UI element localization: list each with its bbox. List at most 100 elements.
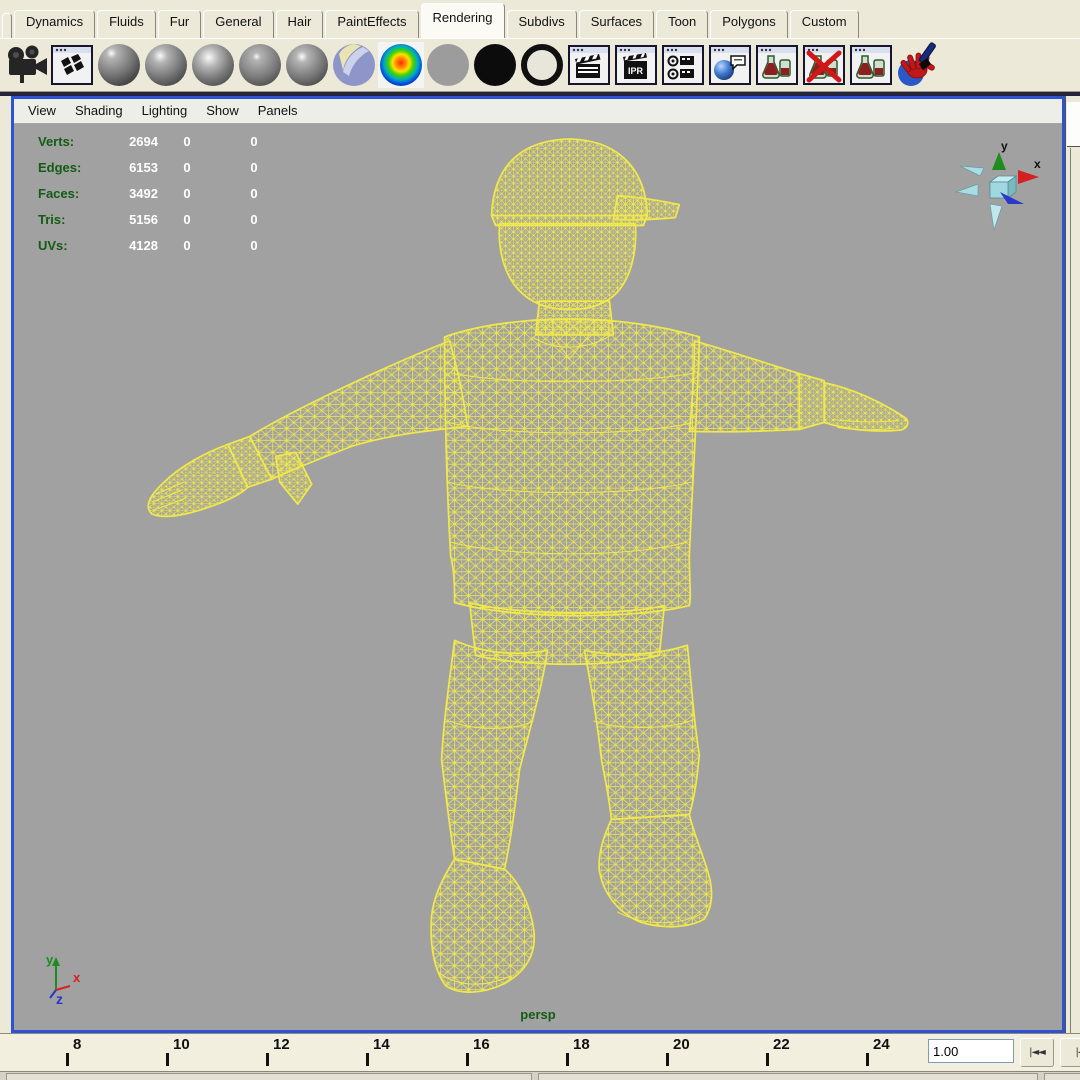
shelf-icon-row: IPR	[0, 38, 1080, 91]
shelf-tab-painteffects[interactable]: PaintEffects	[325, 10, 419, 38]
timeline-tick-label-14: 14	[373, 1036, 390, 1054]
wireframe-character-model[interactable]	[14, 124, 1062, 1030]
right-panel-white-block	[1067, 101, 1080, 147]
range-field-segment	[538, 1073, 1038, 1080]
shelf-tab-general[interactable]: General	[203, 10, 274, 38]
timeline-tick-label-22: 22	[773, 1036, 790, 1054]
shelf-tab-fur[interactable]: Fur	[157, 10, 202, 38]
phonge-material-icon[interactable]	[284, 42, 330, 88]
hud-value-uvs-0: 4128	[129, 237, 158, 253]
timeline-tick-8	[66, 1053, 69, 1067]
ramp-shader-icon[interactable]	[378, 41, 424, 88]
hud-row-uvs: UVs: 4128 0 0	[38, 238, 292, 253]
timeline-tick-16	[466, 1053, 469, 1067]
shelf-tab-rendering[interactable]: Rendering	[420, 3, 505, 38]
shelf-tab-surfaces[interactable]: Surfaces	[578, 10, 655, 38]
hud-value-tris-2: 0	[250, 211, 258, 227]
svg-text:IPR: IPR	[628, 66, 644, 76]
hud-value-edges-1: 0	[183, 159, 191, 175]
batch-render-icon[interactable]	[660, 42, 706, 88]
shelf-tab-custom[interactable]: Custom	[789, 10, 859, 38]
origin-x-label: x	[73, 970, 81, 985]
shelf-tab-polygons[interactable]: Polygons	[710, 10, 788, 38]
left-gutter	[0, 95, 11, 1034]
hud-label-verts: Verts:	[38, 133, 75, 149]
origin-z-label: z	[56, 991, 63, 1006]
hud-row-faces: Faces: 3492 0 0	[38, 186, 292, 201]
shelf-tab-toon[interactable]: Toon	[656, 10, 709, 38]
perspective-viewport[interactable]: View Shading Lighting Show Panels Verts:…	[11, 95, 1065, 1034]
origin-axis-indicator: y x z	[46, 952, 81, 1006]
shading-group-dialog-icon[interactable]	[707, 42, 753, 88]
phong-material-icon[interactable]	[237, 42, 283, 88]
hud-label-uvs: UVs:	[38, 237, 68, 253]
view-axis-gizmo: y x	[954, 140, 1041, 230]
hud-value-tris-0: 5156	[129, 211, 158, 227]
panel-menu-shading[interactable]: Shading	[75, 103, 123, 118]
shelf-tab-subdivs[interactable]: Subdivs	[506, 10, 577, 38]
hud-value-verts-2: 0	[250, 133, 258, 149]
render-globals-window-icon[interactable]	[49, 42, 95, 88]
render-view-window-icon[interactable]	[566, 42, 612, 88]
timeline-tick-label-12: 12	[273, 1036, 290, 1054]
current-frame-field[interactable]	[928, 1039, 1014, 1064]
timeline-tick-20	[666, 1053, 669, 1067]
shelf-tab-fluids[interactable]: Fluids	[97, 10, 156, 38]
go-to-start-button[interactable]: |◄◄	[1020, 1038, 1054, 1068]
timeline-tick-label-20: 20	[673, 1036, 690, 1054]
shelf-tab-dynamics[interactable]: Dynamics	[14, 10, 96, 38]
layered-shader-icon[interactable]	[331, 42, 377, 88]
shelf-tab-bar: Dynamics Fluids Fur General Hair PaintEffects…	[0, 0, 1080, 38]
timeline-tick-label-18: 18	[573, 1036, 590, 1054]
hud-value-uvs-2: 0	[250, 237, 258, 253]
hud-value-tris-1: 0	[183, 211, 191, 227]
hud-value-faces-1: 0	[183, 185, 191, 201]
ipr-render-icon[interactable]: IPR	[613, 42, 659, 88]
right-panel-edge	[1065, 95, 1080, 1034]
hud-value-faces-2: 0	[250, 185, 258, 201]
work-area: View Shading Lighting Show Panels Verts:…	[0, 95, 1080, 1034]
step-back-button[interactable]: |◄	[1060, 1038, 1080, 1068]
origin-y-label: y	[46, 952, 54, 967]
gizmo-x-label: x	[1034, 157, 1041, 171]
timeline-tick-24	[866, 1053, 869, 1067]
movie-camera-icon[interactable]	[2, 42, 48, 88]
right-panel-divider	[1070, 147, 1071, 1034]
hud-value-uvs-1: 0	[183, 237, 191, 253]
range-slider-segment	[6, 1073, 532, 1080]
panel-menu-panels[interactable]: Panels	[258, 103, 298, 118]
timeline-tick-18	[566, 1053, 569, 1067]
timeline-tick-label-8: 8	[73, 1036, 82, 1054]
timeline-tick-14	[366, 1053, 369, 1067]
hud-value-verts-1: 0	[183, 133, 191, 149]
hud-row-edges: Edges: 6153 0 0	[38, 160, 292, 175]
shading-map-icon[interactable]	[425, 42, 471, 88]
camera-name-label: persp	[520, 1007, 556, 1023]
hud-label-edges: Edges:	[38, 159, 82, 175]
viewport-canvas[interactable]: Verts: 2694 0 0 Edges: 6153 0 0 Faces: 3492 0 0 Tris…	[14, 124, 1062, 1030]
delete-unused-nodes-icon[interactable]	[801, 42, 847, 88]
timeline-tick-22	[766, 1053, 769, 1067]
hud-row-verts: Verts: 2694 0 0	[38, 134, 292, 149]
3d-paint-tool-icon[interactable]	[895, 42, 941, 88]
lambert-material-icon[interactable]	[190, 42, 236, 88]
panel-menu-show[interactable]: Show	[206, 103, 239, 118]
use-background-icon[interactable]	[519, 42, 565, 88]
surface-shader-icon[interactable]	[472, 42, 518, 88]
timeline-tick-label-10: 10	[173, 1036, 190, 1054]
anisotropic-material-icon[interactable]	[96, 42, 142, 88]
panel-menu-bar: View Shading Lighting Show Panels	[14, 98, 1062, 124]
poly-count-hud: Verts: 2694 0 0 Edges: 6153 0 0 Faces: 3492 0 0 Tris…	[38, 134, 292, 253]
panel-menu-view[interactable]: View	[28, 103, 56, 118]
panel-menu-lighting[interactable]: Lighting	[142, 103, 188, 118]
hypershade-icon[interactable]	[754, 42, 800, 88]
time-slider-track[interactable]: 8 10 12 14 16 18 20 22 24 |◄◄|◄	[0, 1033, 1080, 1072]
blinn-material-icon[interactable]	[143, 42, 189, 88]
hud-label-faces: Faces:	[38, 185, 80, 201]
range-slider-edge	[0, 1071, 1080, 1080]
range-end-segment	[1044, 1073, 1080, 1080]
maya-window: Dynamics Fluids Fur General Hair PaintEffects…	[0, 0, 1080, 1080]
shelf-tab-hair[interactable]: Hair	[275, 10, 324, 38]
hypershade-window-icon[interactable]	[848, 42, 894, 88]
shelf-tab-stub[interactable]	[2, 13, 12, 38]
